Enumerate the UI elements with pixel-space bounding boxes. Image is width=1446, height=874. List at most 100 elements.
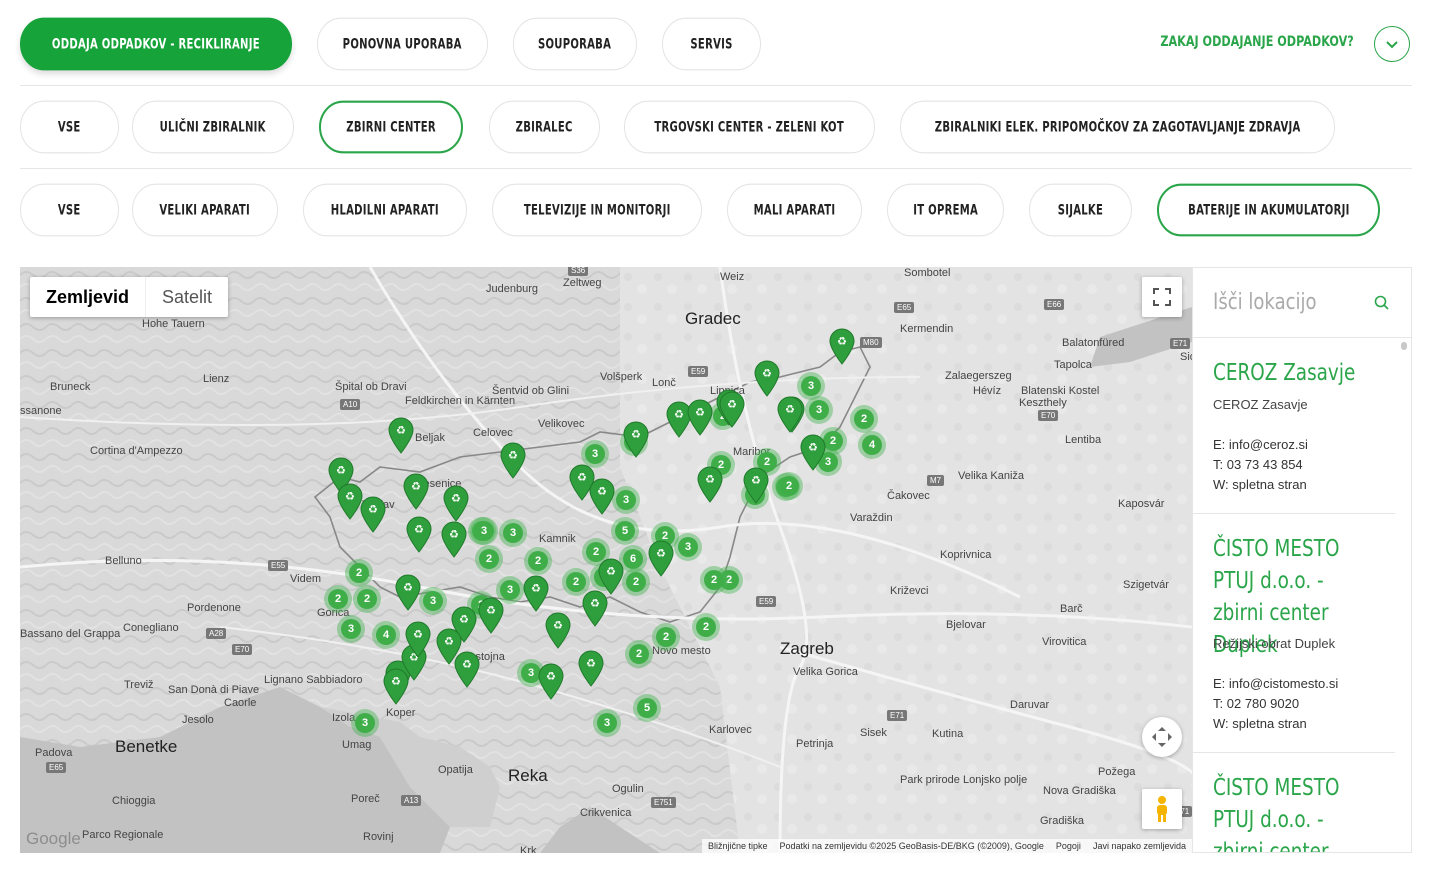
location-search[interactable]: Išči lokacijo [1193,268,1411,338]
tab-servis[interactable]: SERVIS [662,17,761,71]
filter-waste-hladilni-aparati[interactable]: HLADILNI APARATI [303,183,467,237]
filter-type-zbirni-center[interactable]: ZBIRNI CENTER [319,100,463,154]
phone-line: T: 03 73 43 854 [1213,457,1303,472]
map-location-pin[interactable]: ♻ [382,667,410,705]
map-place-label: Križevci [890,585,929,597]
map-cluster-marker[interactable]: 2 [475,545,503,573]
map-type-satelit[interactable]: Satelit [145,277,228,317]
map-location-pin[interactable]: ♻ [799,433,827,471]
map-location-pin[interactable]: ♻ [359,495,387,533]
map-type-zemljevid[interactable]: Zemljevid [30,277,145,317]
map-location-pin[interactable]: ♻ [696,465,724,503]
tab-oddaja-odpadkov[interactable]: ODDAJA ODPADKOV - RECIKLIRANJE [20,17,292,71]
map-cluster-marker[interactable]: 2 [324,585,352,613]
tab-ponovna-uporaba[interactable]: PONOVNA UPORABA [317,17,488,71]
map-location-pin[interactable]: ♻ [477,596,505,634]
map-location-pin[interactable]: ♻ [394,573,422,611]
why-link[interactable]: ZAKAJ ODDAJANJE ODPADKOV? [1110,34,1354,50]
map-cluster-marker[interactable]: 2 [700,566,728,594]
keyboard-shortcuts-link[interactable]: Bližnjične tipke [708,841,768,851]
map-location-pin[interactable]: ♻ [442,484,470,522]
fullscreen-button[interactable] [1142,277,1182,317]
map-location-pin[interactable]: ♻ [537,662,565,700]
map[interactable]: Zemljevid Satelit Weiz Sombotel Judenburg Z… [20,267,1192,853]
map-location-pin[interactable]: ♻ [387,416,415,454]
expand-button[interactable] [1374,26,1410,62]
map-location-pin[interactable]: ♻ [647,539,675,577]
map-cluster-marker[interactable]: 3 [674,533,702,561]
web-link[interactable]: spletna stran [1232,716,1306,731]
map-place-label: Koper [386,707,416,719]
map-cluster-marker[interactable]: 3 [337,615,365,643]
filter-type-ulicni-zbiralnik[interactable]: ULIČNI ZBIRALNIK [132,100,294,154]
map-location-pin[interactable]: ♻ [522,574,550,612]
map-cluster-marker[interactable]: 5 [611,517,639,545]
map-cluster-marker[interactable]: 2 [622,568,650,596]
filter-type-zbiralec[interactable]: ZBIRALEC [489,100,600,154]
map-location-pin[interactable]: ♻ [828,327,856,365]
location-title[interactable]: ČISTO MESTO PTUJ d.o.o. - zbirni center … [1213,772,1377,852]
email-link[interactable]: info@cistomesto.si [1229,676,1338,691]
map-cluster-marker[interactable]: 3 [351,709,379,737]
map-cluster-marker[interactable]: 4 [372,621,400,649]
filter-waste-sijalke[interactable]: SIJALKE [1029,183,1132,237]
map-location-pin[interactable]: ♻ [686,398,714,436]
map-location-pin[interactable]: ♻ [622,420,650,458]
map-location-pin[interactable]: ♻ [753,359,781,397]
map-cluster-marker[interactable]: 5 [633,694,661,722]
filter-type-trgovski-center[interactable]: TRGOVSKI CENTER - ZELENI KOT [624,100,875,154]
search-input[interactable]: Išči lokacijo [1213,290,1317,315]
map-location-pin[interactable]: ♻ [588,477,616,515]
phone-link[interactable]: 03 73 43 854 [1227,457,1303,472]
map-cluster-marker[interactable]: 2 [524,547,552,575]
report-error-link[interactable]: Javi napako zemljevida [1093,841,1186,851]
map-location-pin[interactable]: ♻ [577,649,605,687]
map-location-pin[interactable]: ♻ [742,466,770,504]
map-cluster-marker[interactable]: 2 [625,640,653,668]
filter-waste-vse[interactable]: VSE [20,183,119,237]
filter-type-vse[interactable]: VSE [20,100,119,154]
map-location-pin[interactable]: ♻ [405,515,433,553]
map-location-pin[interactable]: ♻ [597,557,625,595]
search-icon[interactable] [1374,295,1390,311]
map-cluster-marker[interactable]: 3 [470,517,498,545]
map-cluster-marker[interactable]: 2 [345,559,373,587]
map-cluster-marker[interactable]: 3 [499,519,527,547]
filter-waste-baterije[interactable]: BATERIJE IN AKUMULATORJI [1157,183,1380,237]
map-location-pin[interactable]: ♻ [402,472,430,510]
map-location-pin[interactable]: ♻ [544,611,572,649]
map-cluster-marker[interactable]: 3 [593,709,621,737]
map-location-pin[interactable]: ♻ [776,395,804,433]
email-link[interactable]: info@ceroz.si [1229,437,1308,452]
tab-souporaba[interactable]: SOUPORABA [513,17,637,71]
filter-waste-veliki-aparati[interactable]: VELIKI APARATI [132,183,278,237]
map-location-pin[interactable]: ♻ [404,620,432,658]
location-card[interactable]: CEROZ Zasavje CEROZ Zasavje E: info@cero… [1193,337,1395,514]
map-location-pin[interactable]: ♻ [718,390,746,428]
map-cluster-marker[interactable]: 3 [419,587,447,615]
filter-waste-mali-aparati[interactable]: MALI APARATI [727,183,862,237]
map-cluster-marker[interactable]: 2 [775,472,803,500]
map-cluster-marker[interactable]: 2 [850,405,878,433]
location-card[interactable]: ČISTO MESTO PTUJ d.o.o. - zbirni center … [1193,752,1395,852]
camera-control-button[interactable] [1142,717,1182,757]
location-card[interactable]: ČISTO MESTO PTUJ d.o.o. - zbirni center … [1193,513,1395,753]
location-title[interactable]: CEROZ Zasavje [1213,357,1377,389]
terms-link[interactable]: Pogoji [1056,841,1081,851]
street-view-pegman-button[interactable] [1142,789,1182,829]
map-location-pin[interactable]: ♻ [499,441,527,479]
map-cluster-marker[interactable]: 3 [612,486,640,514]
phone-link[interactable]: 02 780 9020 [1227,696,1299,711]
filter-waste-televizije[interactable]: TELEVIZIJE IN MONITORJI [492,183,702,237]
map-cluster-marker[interactable]: 3 [805,396,833,424]
map-cluster-marker[interactable]: 2 [692,613,720,641]
filter-waste-it-oprema[interactable]: IT OPREMA [887,183,1004,237]
map-location-pin[interactable]: ♻ [440,520,468,558]
map-cluster-marker[interactable]: 2 [353,585,381,613]
scrollbar[interactable] [1401,342,1407,350]
filter-type-zbiralniki-elek[interactable]: ZBIRALNIKI ELEK. PRIPOMOČKOV ZA ZAGOTAVL… [900,100,1335,154]
map-cluster-marker[interactable]: 4 [858,431,886,459]
map-cluster-marker[interactable]: 2 [652,623,680,651]
web-link[interactable]: spletna stran [1232,477,1306,492]
map-location-pin[interactable]: ♻ [453,650,481,688]
